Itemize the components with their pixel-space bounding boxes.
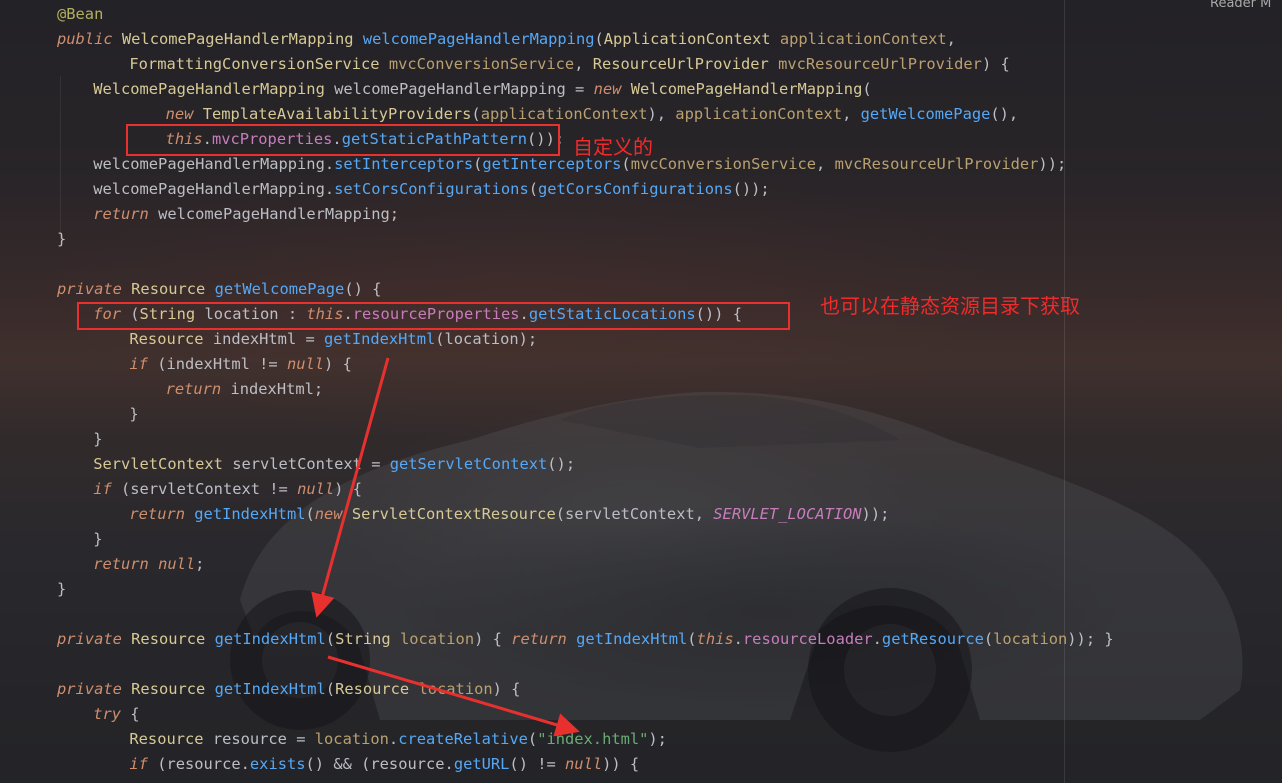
annotation-arrows xyxy=(311,357,580,737)
arrow-to-getIndexHtml-string xyxy=(311,357,390,618)
arrow-to-index-html xyxy=(327,655,580,737)
